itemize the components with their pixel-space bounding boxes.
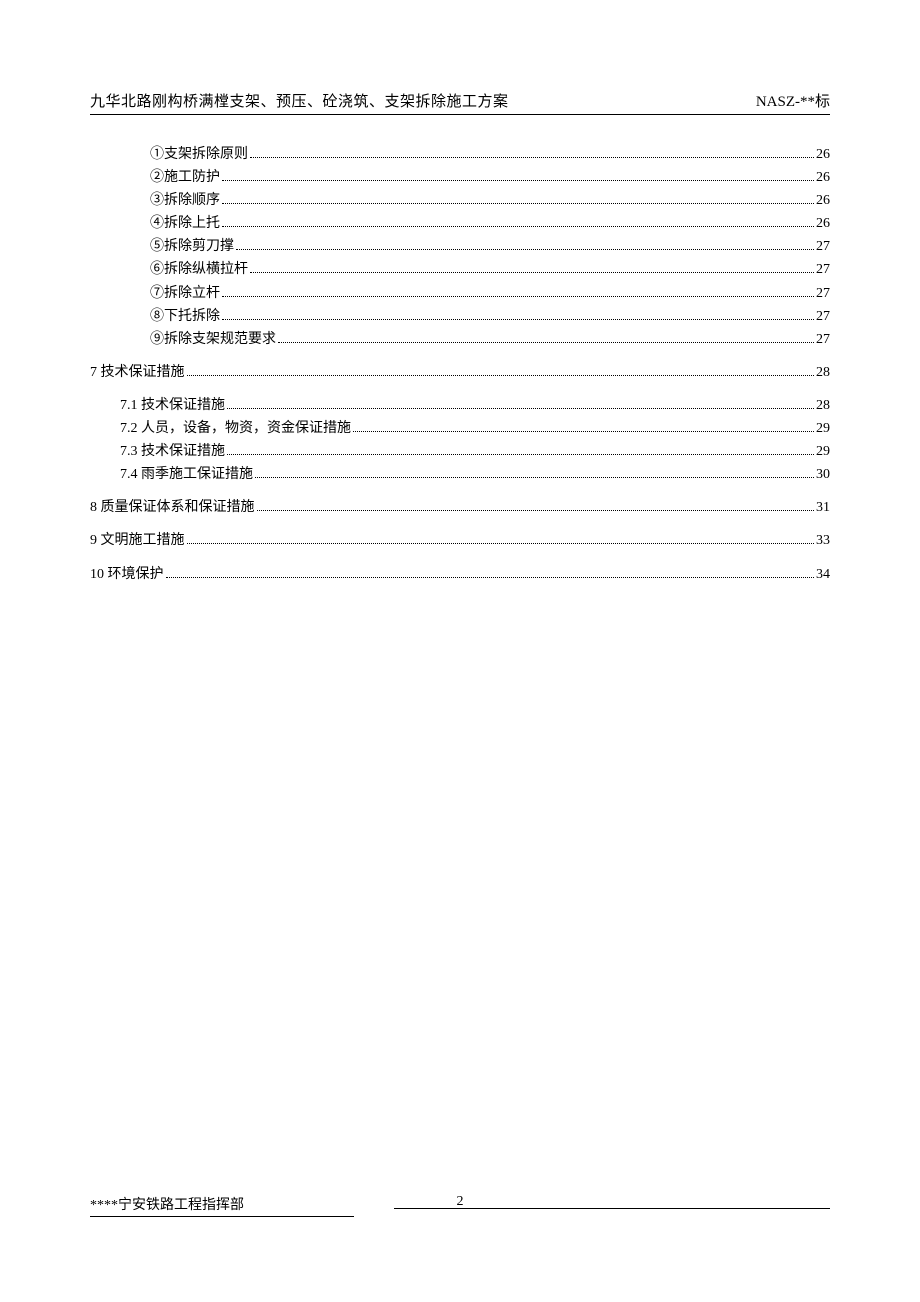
toc-page-number: 33 bbox=[816, 529, 830, 552]
toc-label: 9 文明施工措施 bbox=[90, 529, 185, 552]
toc-label: ②施工防护 bbox=[150, 166, 220, 189]
toc-page-number: 29 bbox=[816, 440, 830, 463]
toc-page-number: 30 bbox=[816, 463, 830, 486]
toc-page-number: 34 bbox=[816, 563, 830, 586]
toc-page-number: 26 bbox=[816, 166, 830, 189]
table-of-contents: ①支架拆除原则26②施工防护26③拆除顺序26④拆除上托26⑤拆除剪刀撑27⑥拆… bbox=[90, 143, 830, 586]
toc-leader-dots bbox=[227, 395, 814, 409]
toc-label: 8 质量保证体系和保证措施 bbox=[90, 496, 255, 519]
toc-leader-dots bbox=[278, 329, 814, 343]
toc-entry: 7.1 技术保证措施 28 bbox=[90, 394, 830, 417]
toc-entry: ⑥拆除纵横拉杆 27 bbox=[90, 258, 830, 281]
toc-leader-dots bbox=[255, 465, 814, 479]
toc-label: ⑥拆除纵横拉杆 bbox=[150, 258, 248, 281]
toc-label: ①支架拆除原则 bbox=[150, 143, 248, 166]
toc-entry: 9 文明施工措施 33 bbox=[90, 529, 830, 552]
toc-leader-dots bbox=[236, 237, 814, 251]
toc-entry: 7.2 人员，设备，物资，资金保证措施 29 bbox=[90, 417, 830, 440]
toc-entry: ②施工防护 26 bbox=[90, 166, 830, 189]
toc-leader-dots bbox=[222, 283, 814, 297]
page-footer: ****宁安铁路工程指挥部 2 bbox=[90, 1194, 830, 1217]
toc-leader-dots bbox=[250, 144, 814, 158]
toc-page-number: 26 bbox=[816, 212, 830, 235]
document-page: 九华北路刚构桥满樘支架、预压、砼浇筑、支架拆除施工方案 NASZ-**标 ①支架… bbox=[0, 0, 920, 1302]
toc-label: ⑧下托拆除 bbox=[150, 305, 220, 328]
toc-page-number: 27 bbox=[816, 282, 830, 305]
toc-label: 7.1 技术保证措施 bbox=[120, 394, 225, 417]
toc-label: ⑨拆除支架规范要求 bbox=[150, 328, 276, 351]
toc-page-number: 29 bbox=[816, 417, 830, 440]
toc-label: ⑤拆除剪刀撑 bbox=[150, 235, 234, 258]
toc-entry: 7 技术保证措施 28 bbox=[90, 361, 830, 384]
toc-leader-dots bbox=[222, 191, 814, 205]
page-number: 2 bbox=[457, 1194, 464, 1210]
toc-page-number: 26 bbox=[816, 189, 830, 212]
toc-leader-dots bbox=[187, 531, 815, 545]
toc-entry: ⑦拆除立杆 27 bbox=[90, 282, 830, 305]
toc-leader-dots bbox=[353, 418, 814, 432]
toc-leader-dots bbox=[166, 564, 815, 578]
toc-entry: ④拆除上托 26 bbox=[90, 212, 830, 235]
toc-page-number: 27 bbox=[816, 258, 830, 281]
header-code: NASZ-**标 bbox=[756, 90, 830, 111]
toc-label: ⑦拆除立杆 bbox=[150, 282, 220, 305]
toc-entry: 10 环境保护 34 bbox=[90, 563, 830, 586]
toc-leader-dots bbox=[222, 214, 814, 228]
toc-entry: ①支架拆除原则 26 bbox=[90, 143, 830, 166]
footer-org: ****宁安铁路工程指挥部 bbox=[90, 1194, 354, 1217]
toc-entry: 7.3 技术保证措施 29 bbox=[90, 440, 830, 463]
toc-label: 7 技术保证措施 bbox=[90, 361, 185, 384]
toc-page-number: 27 bbox=[816, 328, 830, 351]
toc-label: 10 环境保护 bbox=[90, 563, 164, 586]
toc-entry: 8 质量保证体系和保证措施 31 bbox=[90, 496, 830, 519]
toc-label: 7.4 雨季施工保证措施 bbox=[120, 463, 253, 486]
toc-page-number: 28 bbox=[816, 394, 830, 417]
toc-entry: ③拆除顺序 26 bbox=[90, 189, 830, 212]
toc-label: ③拆除顺序 bbox=[150, 189, 220, 212]
toc-leader-dots bbox=[222, 168, 814, 182]
toc-label: 7.3 技术保证措施 bbox=[120, 440, 225, 463]
toc-page-number: 28 bbox=[816, 361, 830, 384]
toc-entry: 7.4 雨季施工保证措施 30 bbox=[90, 463, 830, 486]
toc-entry: ⑧下托拆除 27 bbox=[90, 305, 830, 328]
toc-entry: ⑨拆除支架规范要求 27 bbox=[90, 328, 830, 351]
toc-label: ④拆除上托 bbox=[150, 212, 220, 235]
toc-page-number: 26 bbox=[816, 143, 830, 166]
toc-leader-dots bbox=[222, 306, 814, 320]
toc-page-number: 27 bbox=[816, 305, 830, 328]
page-header: 九华北路刚构桥满樘支架、预压、砼浇筑、支架拆除施工方案 NASZ-**标 bbox=[90, 90, 830, 115]
toc-page-number: 27 bbox=[816, 235, 830, 258]
toc-entry: ⑤拆除剪刀撑 27 bbox=[90, 235, 830, 258]
toc-leader-dots bbox=[257, 498, 815, 512]
toc-leader-dots bbox=[187, 362, 815, 376]
toc-leader-dots bbox=[250, 260, 814, 274]
toc-page-number: 31 bbox=[816, 496, 830, 519]
toc-label: 7.2 人员，设备，物资，资金保证措施 bbox=[120, 417, 351, 440]
toc-leader-dots bbox=[227, 442, 814, 456]
header-title: 九华北路刚构桥满樘支架、预压、砼浇筑、支架拆除施工方案 bbox=[90, 90, 509, 111]
